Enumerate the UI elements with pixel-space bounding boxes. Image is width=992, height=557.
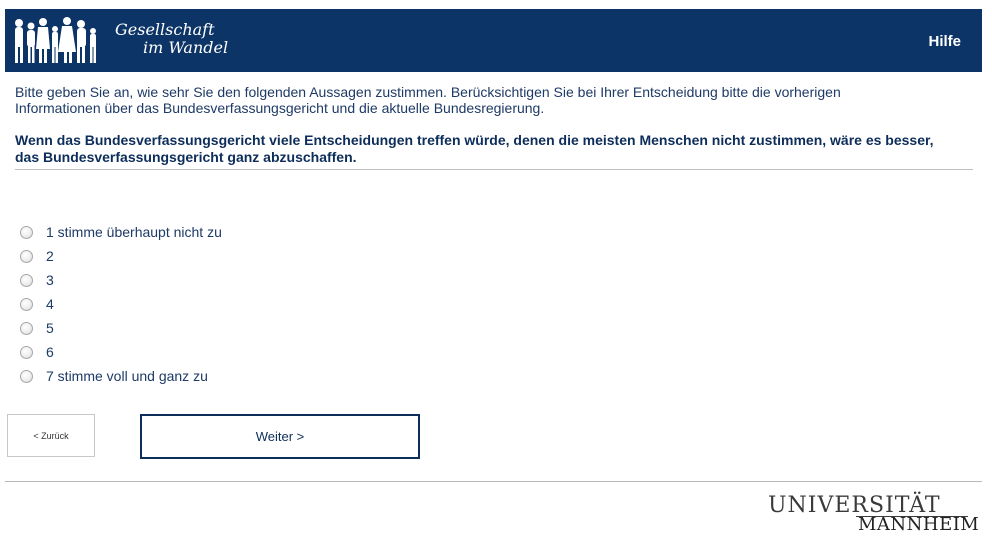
- people-silhouettes-logo: [15, 17, 96, 63]
- option-label: 2: [46, 248, 54, 264]
- logo-line-1: Gesellschaft: [115, 20, 215, 39]
- option-3[interactable]: 3: [18, 268, 222, 292]
- option-label: 3: [46, 272, 54, 288]
- university-logo-line-2: MANNHEIM: [858, 514, 980, 535]
- answer-options: 1 stimme überhaupt nicht zu 2 3 4 5 6 7 …: [18, 220, 222, 388]
- help-link[interactable]: Hilfe: [928, 33, 961, 50]
- radio-button[interactable]: [20, 369, 33, 383]
- radio-button[interactable]: [20, 321, 33, 335]
- option-label: 6: [46, 344, 54, 360]
- radio-button[interactable]: [20, 345, 33, 359]
- option-label: 7 stimme voll und ganz zu: [46, 368, 208, 384]
- header-bar: Gesellschaft im Wandel Hilfe: [5, 9, 982, 72]
- option-label: 5: [46, 320, 54, 336]
- option-2[interactable]: 2: [18, 244, 222, 268]
- instruction-text: Bitte geben Sie an, wie sehr Sie den fol…: [15, 84, 841, 116]
- radio-button[interactable]: [20, 273, 33, 287]
- next-button[interactable]: Weiter >: [140, 414, 420, 459]
- radio-button[interactable]: [20, 249, 33, 263]
- option-label: 4: [46, 296, 54, 312]
- question-text: Wenn das Bundesverfassungsgericht viele …: [15, 132, 934, 165]
- logo-wordmark: Gesellschaft im Wandel: [115, 21, 228, 57]
- option-4[interactable]: 4: [18, 292, 222, 316]
- option-5[interactable]: 5: [18, 316, 222, 340]
- option-label: 1 stimme überhaupt nicht zu: [46, 224, 222, 240]
- university-logo: UNIVERSITÄT MANNHEIM: [768, 494, 979, 535]
- option-7[interactable]: 7 stimme voll und ganz zu: [18, 364, 222, 388]
- footer-divider: [5, 481, 982, 482]
- divider: [15, 169, 973, 170]
- option-1[interactable]: 1 stimme überhaupt nicht zu: [18, 220, 222, 244]
- option-6[interactable]: 6: [18, 340, 222, 364]
- radio-button[interactable]: [20, 297, 33, 311]
- logo-line-2: im Wandel: [143, 38, 229, 57]
- radio-button[interactable]: [20, 225, 33, 239]
- back-button[interactable]: < Zurück: [7, 414, 95, 457]
